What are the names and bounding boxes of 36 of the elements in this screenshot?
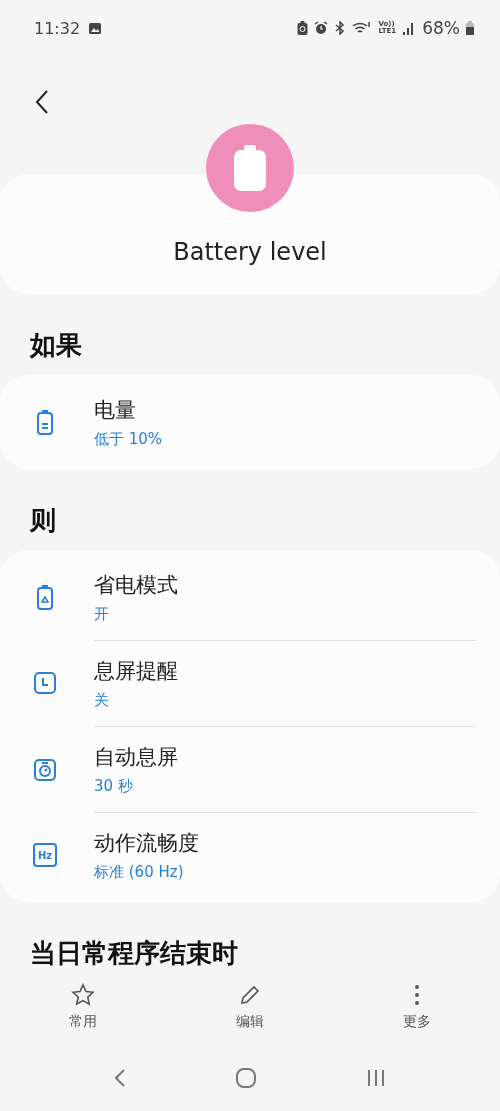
star-icon [71,983,96,1007]
more-icon [413,984,420,1006]
battery-saver-icon [36,584,54,610]
setting-value: 30 秒 [94,777,134,796]
battery-icon [36,409,54,435]
setting-value: 关 [94,691,110,710]
toolbar-button[interactable]: 更多 [356,983,477,1043]
alarm-icon [314,21,329,35]
setting-title[interactable]: 省电模式 [94,570,476,599]
wifi-icon [352,21,373,35]
section-heading: 如果 [28,329,83,362]
refresh-rate-icon: Hz [33,843,57,867]
setting-title[interactable]: 息屏提醒 [94,657,476,685]
setting-value: 低于 10% [94,429,164,449]
section-heading: 当日常程序结束时 [29,937,239,970]
section-heading: 则 [29,504,57,537]
condition-title: Battery level [173,238,327,266]
setting-title[interactable]: 自动息屏 [94,743,476,771]
back-icon[interactable] [35,90,49,114]
toolbar-button[interactable]: 常用 [23,983,144,1043]
recent-apps-icon[interactable] [366,1068,385,1087]
pencil-icon [239,984,261,1006]
battery-percent: 68% [422,18,460,38]
setting-title[interactable]: 电量 [94,395,476,424]
setting-value: 开 [94,604,110,624]
home-icon[interactable] [236,1067,256,1088]
toolbar-button[interactable]: 编辑 [190,983,310,1043]
setting-title[interactable]: 动作流畅度 [94,829,476,857]
battery-saver-icon [297,21,309,35]
battery-icon [466,21,474,35]
image-icon [88,21,103,35]
status-time: 11:32 [34,18,81,38]
setting-value: 标准 (60 Hz) [94,863,185,882]
clock-icon [34,672,56,694]
bluetooth-icon [334,21,347,35]
stopwatch-icon [34,757,56,781]
